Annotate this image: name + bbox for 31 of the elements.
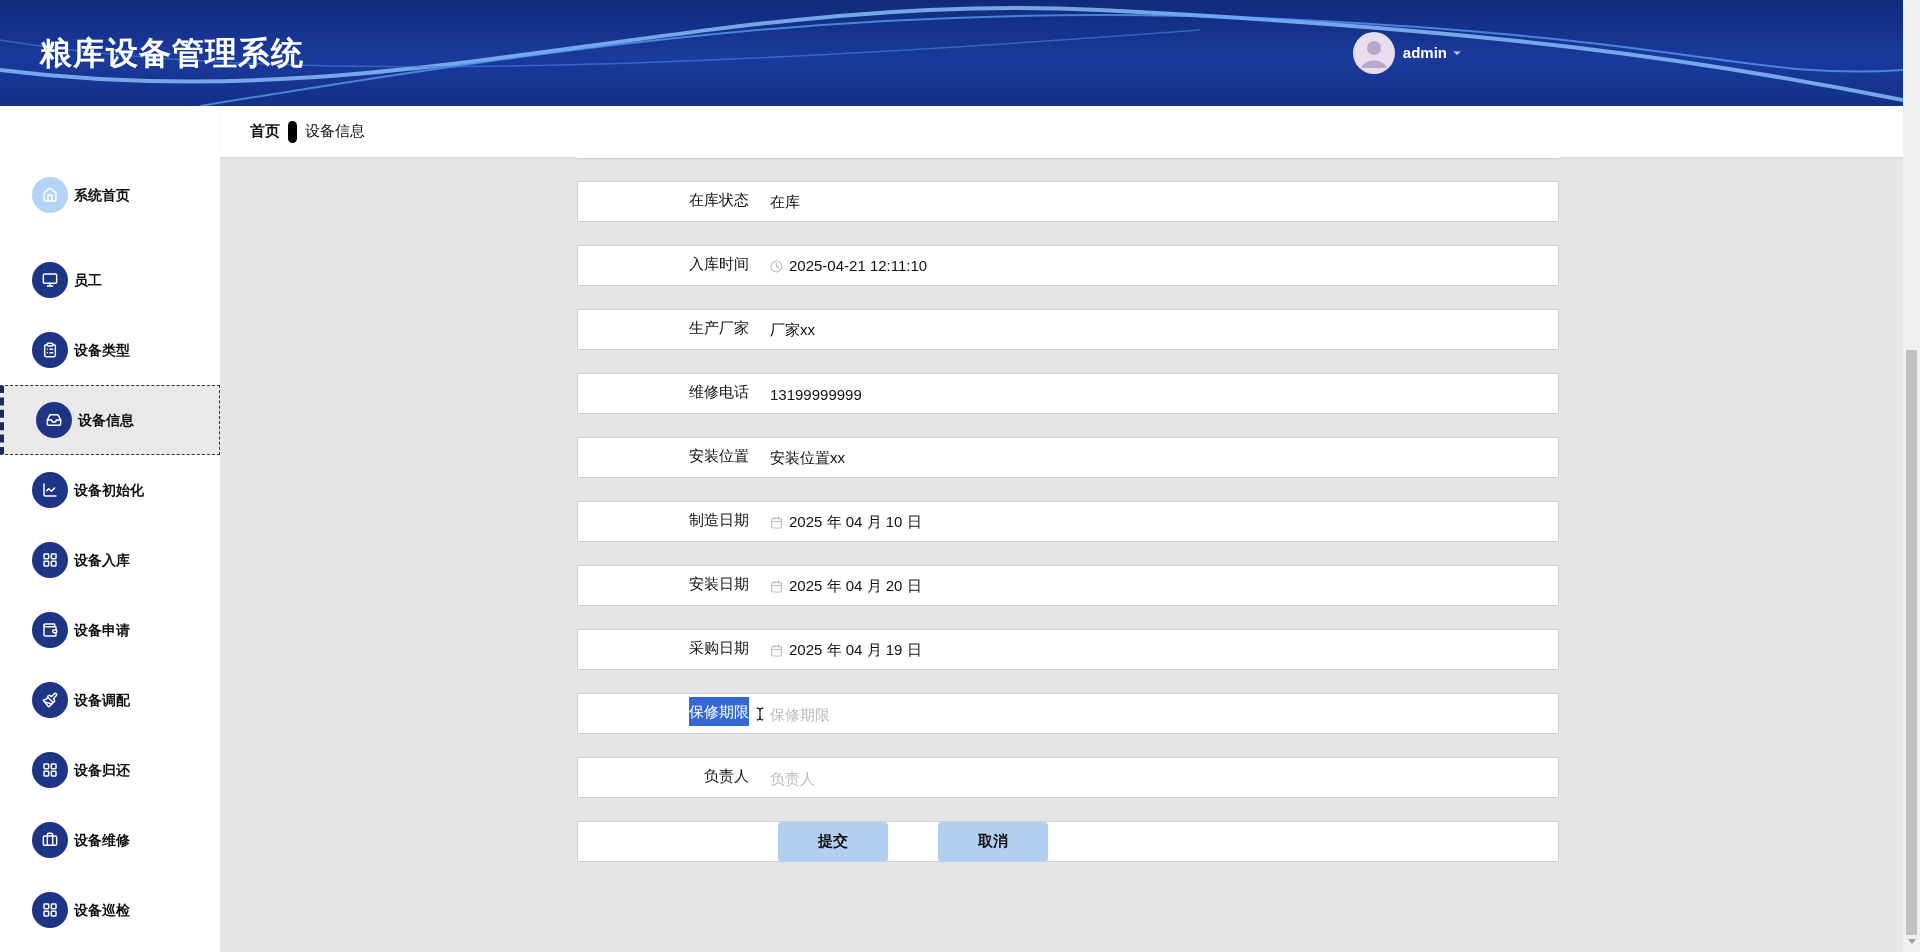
home-icon	[32, 177, 68, 213]
sidebar-item[interactable]: 设备归还	[0, 735, 220, 805]
wallet-icon	[32, 612, 68, 648]
sidebar-item[interactable]: 设备初始化	[0, 455, 220, 525]
avatar-icon[interactable]	[1352, 32, 1395, 74]
briefcase-icon	[32, 822, 68, 858]
app-title: 粮库设备管理系统	[40, 34, 304, 73]
grid-icon	[32, 752, 68, 788]
user-menu[interactable]: admin	[1402, 41, 1463, 65]
sidebar-item[interactable]: 员工	[0, 245, 220, 315]
breadcrumb-link[interactable]: 设备信息	[305, 120, 365, 143]
brush-icon	[32, 682, 68, 718]
scrollbar[interactable]	[1903, 0, 1920, 952]
cancel-button[interactable]: 取消	[938, 821, 1048, 862]
sidebar-item[interactable]: 系统首页	[0, 160, 220, 230]
sidebar-item[interactable]: 设备入库	[0, 525, 220, 595]
sidebar-item[interactable]: 设备调配	[0, 665, 220, 735]
tray-icon	[36, 402, 72, 438]
chart-icon	[32, 472, 68, 508]
sidebar-item[interactable]: 设备信息	[0, 385, 220, 455]
grid-icon	[32, 892, 68, 928]
submit-button[interactable]: 提交	[778, 821, 888, 862]
breadcrumb-link[interactable]: 首页	[250, 120, 280, 143]
sidebar-item[interactable]: 设备维修	[0, 805, 220, 875]
monitor-icon	[32, 262, 68, 298]
clipboard-icon	[32, 332, 68, 368]
separator-icon	[288, 120, 297, 143]
sidebar-item[interactable]: 设备类型	[0, 315, 220, 385]
sidebar-item[interactable]: 设备巡检	[0, 875, 220, 945]
sidebar-item[interactable]: 设备申请	[0, 595, 220, 665]
grid-icon	[32, 542, 68, 578]
